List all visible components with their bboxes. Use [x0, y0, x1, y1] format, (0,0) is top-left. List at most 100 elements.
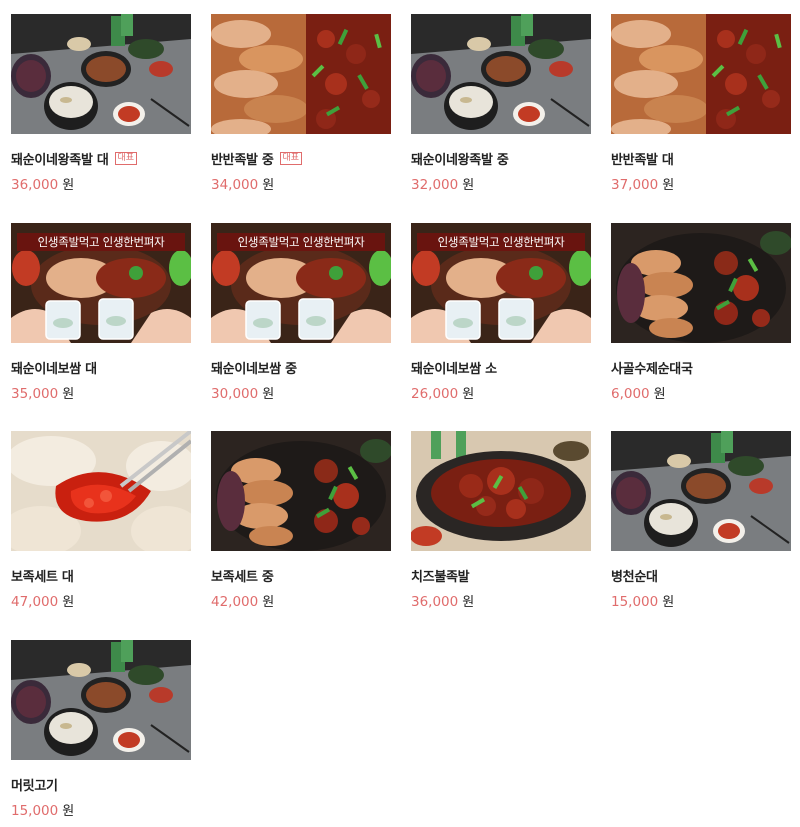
- product-price: 36,000: [11, 177, 59, 193]
- product-price: 36,000: [411, 594, 459, 610]
- product-grid: 돼순이네왕족발 대 대표 36,000 원 반반족발 중 대표 34,000 원…: [0, 0, 800, 827]
- product-name-row: 돼순이네보쌈 소: [411, 358, 591, 377]
- price-unit: 원: [462, 595, 475, 610]
- product-name[interactable]: 병천순대: [611, 566, 658, 585]
- food-photo: [211, 14, 391, 134]
- product-name-row: 치즈불족발: [411, 566, 591, 585]
- product-price: 34,000: [211, 177, 259, 193]
- price-unit: 원: [62, 595, 75, 610]
- product-name[interactable]: 치즈불족발: [411, 566, 470, 585]
- signature-badge: 대표: [114, 151, 138, 165]
- product-name[interactable]: 머릿고기: [11, 775, 58, 794]
- product-name-row: 돼순이네보쌈 중: [211, 358, 391, 377]
- product-price-row: 36,000 원: [11, 174, 191, 193]
- food-photo: [611, 431, 791, 551]
- food-photo: [211, 431, 391, 551]
- product-photo[interactable]: [211, 14, 391, 134]
- product-name-row: 보족세트 중: [211, 566, 391, 585]
- product-price-row: 32,000 원: [411, 174, 591, 193]
- product-photo[interactable]: 인생족발먹고 인생한번펴자: [411, 223, 591, 343]
- product-price-row: 35,000 원: [11, 383, 191, 402]
- product-card-13[interactable]: 머릿고기 15,000 원: [11, 640, 191, 819]
- product-name-row: 머릿고기: [11, 775, 191, 794]
- product-card-5[interactable]: 인생족발먹고 인생한번펴자 돼순이네보쌈 대 35,000 원: [11, 223, 191, 402]
- product-photo[interactable]: [611, 431, 791, 551]
- food-photo: [11, 14, 191, 134]
- price-unit: 원: [62, 178, 75, 193]
- product-name-row: 보족세트 대: [11, 566, 191, 585]
- signature-badge: 대표: [279, 151, 303, 165]
- product-name-row: 돼순이네보쌈 대: [11, 358, 191, 377]
- product-price-row: 6,000 원: [611, 383, 791, 402]
- product-price: 32,000: [411, 177, 459, 193]
- price-unit: 원: [653, 387, 666, 402]
- product-card-9[interactable]: 보족세트 대 47,000 원: [11, 431, 191, 610]
- product-photo[interactable]: 인생족발먹고 인생한번펴자: [11, 223, 191, 343]
- product-card-3[interactable]: 돼순이네왕족발 중 32,000 원: [411, 14, 591, 193]
- product-card-6[interactable]: 인생족발먹고 인생한번펴자 돼순이네보쌈 중 30,000 원: [211, 223, 391, 402]
- product-card-1[interactable]: 돼순이네왕족발 대 대표 36,000 원: [11, 14, 191, 193]
- product-name[interactable]: 돼순이네보쌈 소: [411, 358, 497, 377]
- food-photo: [611, 14, 791, 134]
- product-photo[interactable]: [411, 431, 591, 551]
- product-name-row: 반반족발 중 대표: [211, 149, 391, 168]
- price-unit: 원: [662, 178, 675, 193]
- product-name[interactable]: 보족세트 대: [11, 566, 74, 585]
- product-price: 15,000: [11, 803, 59, 819]
- food-photo: [411, 14, 591, 134]
- product-card-10[interactable]: 보족세트 중 42,000 원: [211, 431, 391, 610]
- product-photo[interactable]: [11, 431, 191, 551]
- food-photo: [11, 431, 191, 551]
- price-unit: 원: [62, 804, 75, 819]
- product-card-11[interactable]: 치즈불족발 36,000 원: [411, 431, 591, 610]
- product-card-4[interactable]: 반반족발 대 37,000 원: [611, 14, 791, 193]
- photo-banner-text: 인생족발먹고 인생한번펴자: [217, 233, 385, 251]
- food-photo: [11, 640, 191, 760]
- product-price-row: 42,000 원: [211, 591, 391, 610]
- product-price-row: 47,000 원: [11, 591, 191, 610]
- product-photo[interactable]: [11, 640, 191, 760]
- product-price-row: 15,000 원: [611, 591, 791, 610]
- product-price-row: 30,000 원: [211, 383, 391, 402]
- price-unit: 원: [262, 387, 275, 402]
- product-card-12[interactable]: 병천순대 15,000 원: [611, 431, 791, 610]
- product-photo[interactable]: 인생족발먹고 인생한번펴자: [211, 223, 391, 343]
- product-name-row: 병천순대: [611, 566, 791, 585]
- product-price-row: 26,000 원: [411, 383, 591, 402]
- price-unit: 원: [62, 387, 75, 402]
- product-photo[interactable]: [611, 14, 791, 134]
- product-price-row: 37,000 원: [611, 174, 791, 193]
- product-name[interactable]: 반반족발 중: [211, 149, 274, 168]
- price-unit: 원: [462, 387, 475, 402]
- product-price: 6,000: [611, 386, 650, 402]
- product-price: 26,000: [411, 386, 459, 402]
- product-name[interactable]: 돼순이네왕족발 중: [411, 149, 509, 168]
- price-unit: 원: [262, 178, 275, 193]
- product-price-row: 34,000 원: [211, 174, 391, 193]
- product-card-2[interactable]: 반반족발 중 대표 34,000 원: [211, 14, 391, 193]
- product-name[interactable]: 돼순이네보쌈 중: [211, 358, 297, 377]
- product-photo[interactable]: [11, 14, 191, 134]
- product-price: 37,000: [611, 177, 659, 193]
- product-photo[interactable]: [211, 431, 391, 551]
- product-photo[interactable]: [611, 223, 791, 343]
- product-photo[interactable]: [411, 14, 591, 134]
- food-photo: [611, 223, 791, 343]
- product-price: 35,000: [11, 386, 59, 402]
- product-name[interactable]: 돼순이네보쌈 대: [11, 358, 97, 377]
- product-name[interactable]: 사골수제순대국: [611, 358, 693, 377]
- product-price-row: 15,000 원: [11, 800, 191, 819]
- product-card-7[interactable]: 인생족발먹고 인생한번펴자 돼순이네보쌈 소 26,000 원: [411, 223, 591, 402]
- product-name-row: 사골수제순대국: [611, 358, 791, 377]
- product-price: 15,000: [611, 594, 659, 610]
- product-name-row: 반반족발 대: [611, 149, 791, 168]
- photo-banner-text: 인생족발먹고 인생한번펴자: [17, 233, 185, 251]
- product-card-8[interactable]: 사골수제순대국 6,000 원: [611, 223, 791, 402]
- product-name-row: 돼순이네왕족발 대 대표: [11, 149, 191, 168]
- photo-banner-text: 인생족발먹고 인생한번펴자: [417, 233, 585, 251]
- price-unit: 원: [262, 595, 275, 610]
- product-name-row: 돼순이네왕족발 중: [411, 149, 591, 168]
- product-name[interactable]: 보족세트 중: [211, 566, 274, 585]
- product-name[interactable]: 반반족발 대: [611, 149, 674, 168]
- product-name[interactable]: 돼순이네왕족발 대: [11, 149, 109, 168]
